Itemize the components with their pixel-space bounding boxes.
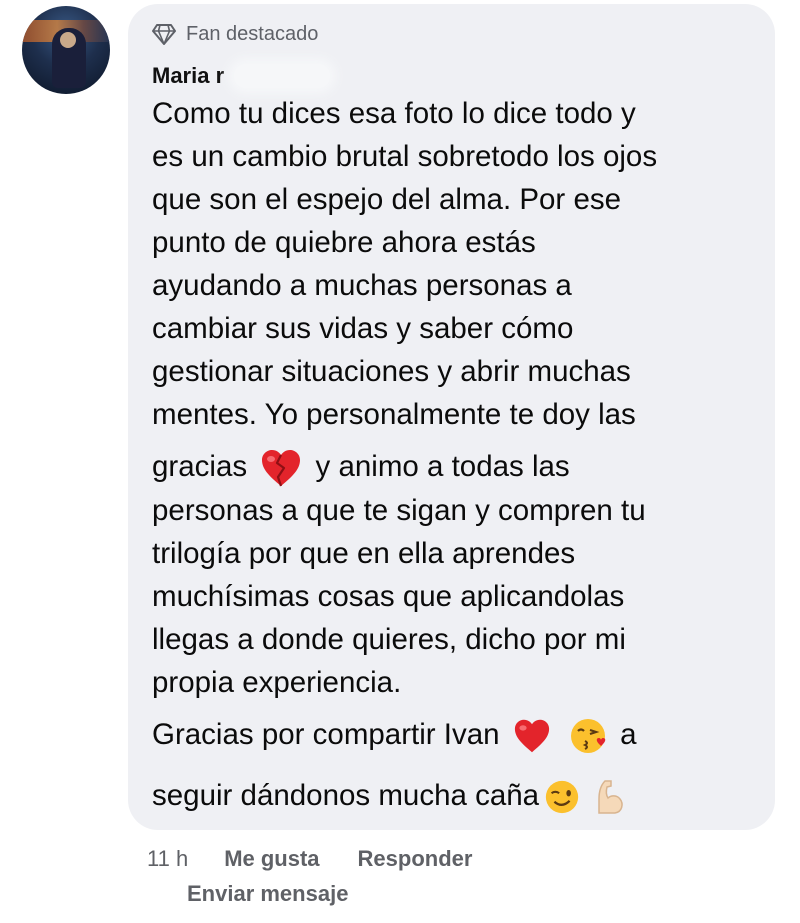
comment-line: que son el espejo del alma. Por ese bbox=[152, 183, 622, 216]
comment-line: personas a que te sigan y compren tu bbox=[152, 494, 646, 527]
comment-text: a bbox=[620, 717, 637, 751]
comment-line: propia experiencia. bbox=[152, 666, 402, 699]
comment-line: ayudando a muchas personas a bbox=[152, 269, 572, 302]
comment-text: y animo a todas las bbox=[315, 449, 570, 483]
comment-line: mentes. Yo personalmente te doy las bbox=[152, 398, 636, 431]
flexed-biceps-emoji bbox=[598, 780, 623, 814]
comment-line: llegas a donde quieres, dicho por mi bbox=[152, 623, 626, 656]
comment-text: gracias bbox=[152, 449, 248, 483]
comment-line: es un cambio brutal sobretodo los ojos bbox=[152, 140, 658, 173]
comment-text: seguir dándonos mucha caña bbox=[152, 778, 540, 812]
kissing-face-emoji bbox=[570, 719, 606, 753]
comment-timestamp: 11 h bbox=[147, 846, 189, 871]
avatar-face bbox=[60, 32, 76, 48]
redacted-surname bbox=[234, 64, 331, 88]
author-row: Maria r bbox=[152, 62, 331, 90]
fan-badge: Fan destacado bbox=[152, 22, 318, 46]
avatar[interactable] bbox=[22, 6, 110, 94]
diamond-icon bbox=[152, 24, 176, 45]
comment-line: gracias y animo a todas las bbox=[152, 448, 570, 487]
send-message-button[interactable]: Enviar mensaje bbox=[187, 881, 348, 907]
author-name[interactable]: Maria r bbox=[152, 63, 224, 89]
winking-face-emoji bbox=[545, 780, 579, 814]
comment-line: Como tu dices esa foto lo dice todo y bbox=[152, 97, 636, 130]
comment-line: seguir dándonos mucha caña bbox=[152, 777, 633, 814]
comment-actions: 11 h Me gusta Responder bbox=[147, 846, 472, 872]
broken-heart-emoji bbox=[262, 450, 301, 487]
comment-line: muchísimas cosas que aplicandolas bbox=[152, 580, 625, 613]
comment-line: punto de quiebre ahora estás bbox=[152, 226, 536, 259]
fan-badge-label: Fan destacado bbox=[186, 22, 319, 45]
comment-line: trilogía por que en ella aprendes bbox=[152, 537, 576, 570]
comment-line: gestionar situaciones y abrir muchas bbox=[152, 355, 631, 388]
comment-line: Gracias por compartir Ivan a bbox=[152, 716, 637, 753]
comment-line: cambiar sus vidas y saber cómo bbox=[152, 312, 574, 345]
red-heart-emoji bbox=[514, 719, 549, 753]
like-button[interactable]: Me gusta bbox=[224, 846, 319, 872]
comment-text: Gracias por compartir Ivan bbox=[152, 717, 500, 751]
reply-button[interactable]: Responder bbox=[358, 846, 473, 872]
